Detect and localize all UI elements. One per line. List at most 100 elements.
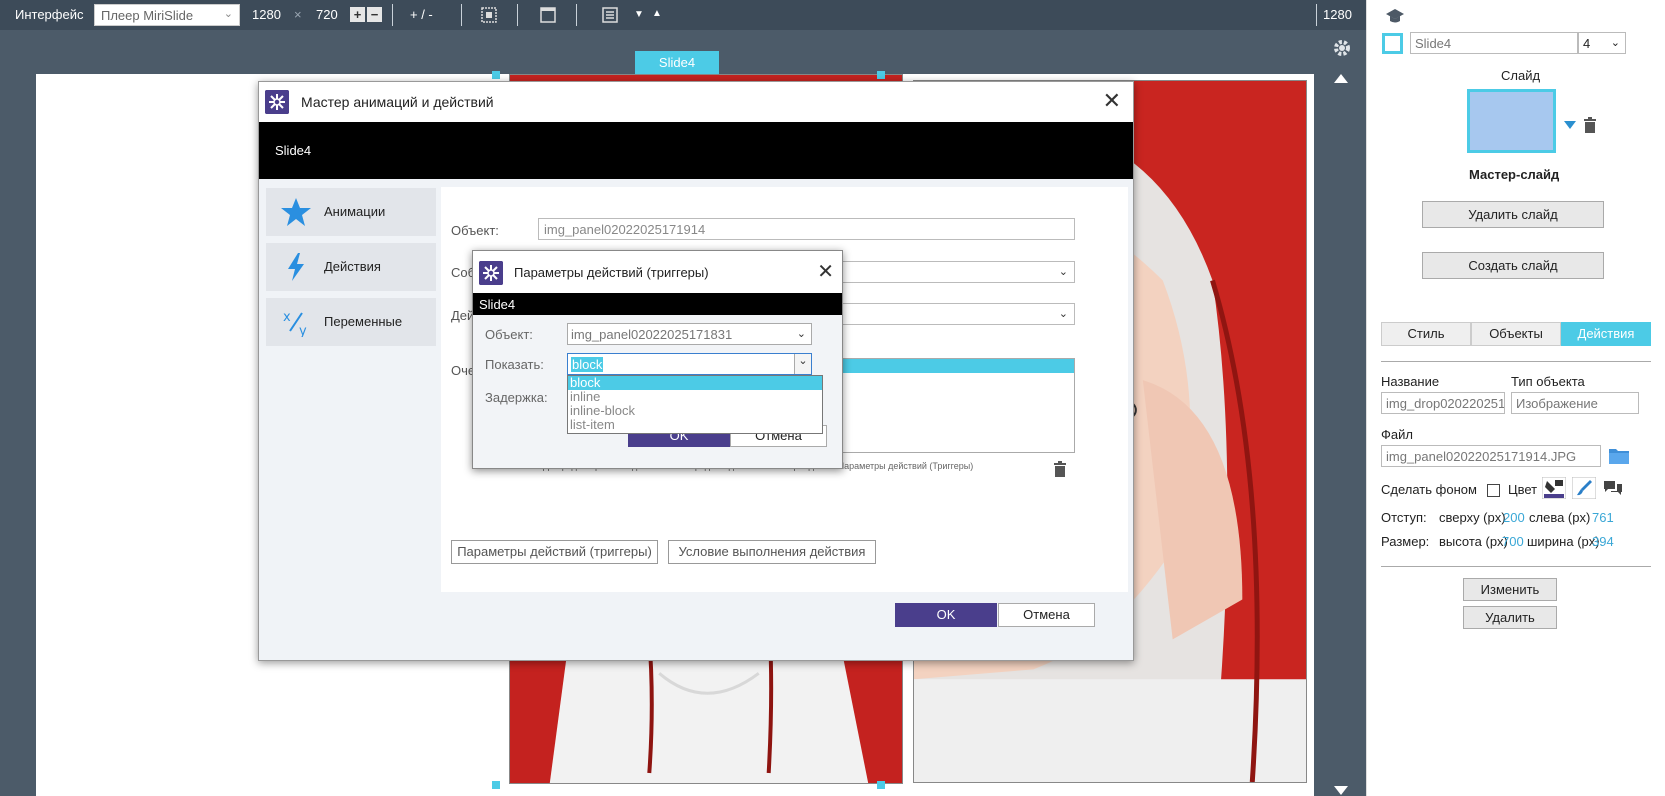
arrow-down-icon[interactable]: ▼ (634, 9, 644, 20)
star-icon (281, 198, 311, 226)
condition-button[interactable]: Условие выполнения действия (668, 540, 876, 564)
dialog-title: Параметры действий (триггеры) (514, 265, 709, 280)
plus-box-icon[interactable]: + (350, 7, 365, 22)
create-slide-button[interactable]: Создать слайд (1422, 252, 1604, 279)
object-label: Объект: (485, 327, 533, 342)
trash-icon[interactable] (1583, 117, 1597, 133)
object-name-field[interactable]: img_drop02022025171 (1381, 392, 1505, 414)
brush-icon[interactable] (1572, 477, 1596, 499)
chevron-down-icon[interactable]: ⌄ (794, 354, 811, 374)
make-background-checkbox[interactable] (1487, 484, 1500, 497)
film-icon[interactable] (540, 7, 556, 23)
delete-slide-button[interactable]: Удалить слайд (1422, 201, 1604, 228)
color-label: Цвет (1508, 482, 1538, 497)
chevron-down-icon: ⌄ (223, 8, 233, 20)
height-value[interactable]: 720 (316, 7, 338, 22)
size-width-label: ширина (px) (1527, 534, 1600, 549)
sidebar-item-animations[interactable]: Анимации (266, 188, 436, 236)
gear-icon[interactable] (1333, 39, 1351, 57)
dialog-titlebar: Мастер анимаций и действий ✕ (259, 82, 1133, 122)
offset-top-label: сверху (px) (1439, 510, 1506, 525)
divider (517, 4, 518, 26)
caret-down-icon[interactable] (1564, 121, 1576, 129)
slide-name-field[interactable]: Slide4 (1410, 32, 1578, 54)
times-sign: × (294, 7, 302, 22)
object-select[interactable]: img_panel02022025171831 ⌄ (567, 323, 812, 345)
object-field[interactable]: img_panel02022025171914 (538, 218, 1075, 240)
trash-icon[interactable] (1053, 461, 1067, 477)
slide-heading: Слайд (1501, 68, 1541, 83)
properties-panel: Slide4 4 ⌄ Слайд Мастер-слайд Удалить сл… (1366, 0, 1665, 796)
object-type-field: Изображение (1511, 392, 1639, 414)
divider (392, 4, 393, 26)
folder-icon[interactable] (1608, 446, 1630, 465)
file-field[interactable]: img_panel02022025171914.JPG (1381, 445, 1601, 467)
resize-handle[interactable] (877, 71, 885, 79)
fill-color-icon[interactable] (1542, 477, 1566, 499)
layers-icon[interactable] (602, 7, 618, 23)
dropdown-option[interactable]: inline (568, 390, 822, 404)
grid-icon[interactable] (481, 7, 497, 23)
offset-left-label: слева (px) (1529, 510, 1591, 525)
triggers-button[interactable]: Параметры действий (триггеры) (451, 540, 658, 564)
slide-tab[interactable]: Slide4 (635, 51, 719, 74)
offset-left-value[interactable]: 761 (1592, 510, 1614, 525)
zoom-controls[interactable]: + / - (410, 7, 433, 22)
dialog-title: Мастер анимаций и действий (301, 94, 494, 110)
panel-tabs: Стиль Объекты Действия (1381, 322, 1651, 346)
slide-number-select[interactable]: 4 ⌄ (1578, 32, 1626, 54)
size-height-value[interactable]: 700 (1502, 534, 1524, 549)
scroll-down-arrow[interactable] (1334, 786, 1348, 795)
type-label: Тип объекта (1511, 374, 1585, 389)
right-width-value: 1280 (1323, 7, 1352, 22)
graduation-cap-icon[interactable] (1385, 7, 1405, 25)
show-options-dropdown[interactable]: block inline inline-block list-item (567, 375, 823, 434)
object-label: Объект: (451, 223, 499, 238)
sidebar-item-label: Анимации (324, 204, 386, 219)
offset-top-value[interactable]: 200 (1503, 510, 1525, 525)
tab-objects[interactable]: Объекты (1471, 322, 1561, 346)
tab-actions[interactable]: Действия (1561, 322, 1651, 346)
change-button[interactable]: Изменить (1463, 578, 1557, 601)
chevron-down-icon: ⌄ (796, 328, 806, 340)
slide-number-value: 4 (1583, 36, 1591, 51)
triggers-dialog: Параметры действий (триггеры) ✕ Slide4 О… (472, 250, 843, 469)
slide-name: Slide4 (479, 297, 516, 312)
divider (1381, 361, 1651, 362)
ok-button[interactable]: OK (895, 603, 997, 627)
chevron-down-icon: ⌄ (1610, 37, 1620, 49)
chevron-down-icon: ⌄ (1058, 266, 1068, 278)
close-icon[interactable]: ✕ (1103, 88, 1121, 114)
scroll-up-arrow[interactable] (1334, 74, 1348, 83)
dropdown-option[interactable]: inline-block (568, 404, 822, 418)
show-select[interactable]: block ⌄ (567, 353, 812, 375)
arrow-up-icon[interactable]: ▲ (652, 8, 662, 19)
comments-icon[interactable] (1603, 480, 1623, 497)
tab-style[interactable]: Стиль (1381, 322, 1471, 346)
size-width-value[interactable]: 394 (1592, 534, 1614, 549)
sidebar-item-actions[interactable]: Действия (266, 243, 436, 291)
player-select[interactable]: Плеер MiriSlide ⌄ (94, 4, 240, 26)
divider (1316, 4, 1317, 26)
close-icon[interactable]: ✕ (817, 259, 834, 284)
sidebar-item-label: Переменные (324, 314, 403, 329)
minus-box-icon[interactable]: − (367, 7, 382, 22)
delete-button[interactable]: Удалить (1463, 606, 1557, 629)
width-value[interactable]: 1280 (252, 7, 281, 22)
name-label: Название (1381, 374, 1440, 389)
cancel-button[interactable]: Отмена (998, 603, 1095, 627)
variables-icon: x y (283, 310, 307, 337)
sidebar-item-variables[interactable]: x y Переменные (266, 298, 436, 346)
slide-name: Slide4 (275, 143, 312, 158)
resize-handle[interactable] (492, 71, 500, 79)
size-label: Размер: (1381, 534, 1430, 549)
show-label: Показать: (485, 357, 544, 372)
slide-color-swatch[interactable] (1382, 33, 1403, 54)
dropdown-option[interactable]: list-item (568, 418, 822, 432)
dropdown-option[interactable]: block (568, 376, 822, 390)
divider (1381, 566, 1651, 567)
size-height-label: высота (px) (1439, 534, 1508, 549)
resize-handle[interactable] (492, 781, 500, 789)
slide-thumbnail[interactable] (1467, 89, 1556, 153)
resize-handle[interactable] (877, 781, 885, 789)
